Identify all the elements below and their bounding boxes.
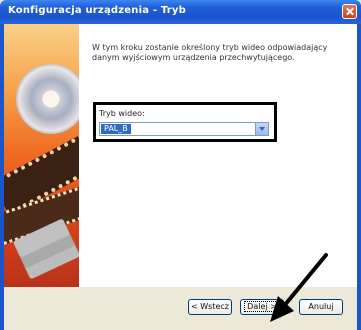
window-border-right xyxy=(357,24,361,330)
close-icon[interactable] xyxy=(342,4,357,19)
button-bar: < Wstecz Dalej > Anuluj xyxy=(4,287,357,326)
next-button[interactable]: Dalej > xyxy=(240,299,284,315)
dialog-window: Konfiguracja urządzenia - Tryb W tym kro… xyxy=(0,0,361,330)
step-description: W tym kroku zostanie określony tryb wide… xyxy=(92,43,328,62)
disc-image xyxy=(16,64,79,134)
back-button[interactable]: < Wstecz xyxy=(188,299,232,315)
cancel-button[interactable]: Anuluj xyxy=(299,299,343,315)
wizard-banner-image xyxy=(4,24,79,287)
chevron-down-icon[interactable] xyxy=(255,123,268,135)
title-bar[interactable]: Konfiguracja urządzenia - Tryb xyxy=(0,0,361,24)
window-title: Konfiguracja urządzenia - Tryb xyxy=(8,5,187,16)
video-mode-label: Tryb wideo: xyxy=(99,109,145,118)
next-button-label: Dalej > xyxy=(244,301,280,312)
dialog-content: W tym kroku zostanie określony tryb wide… xyxy=(4,24,357,287)
video-mode-value: PAL_B xyxy=(101,124,131,134)
video-mode-select[interactable]: PAL_B xyxy=(99,122,269,136)
